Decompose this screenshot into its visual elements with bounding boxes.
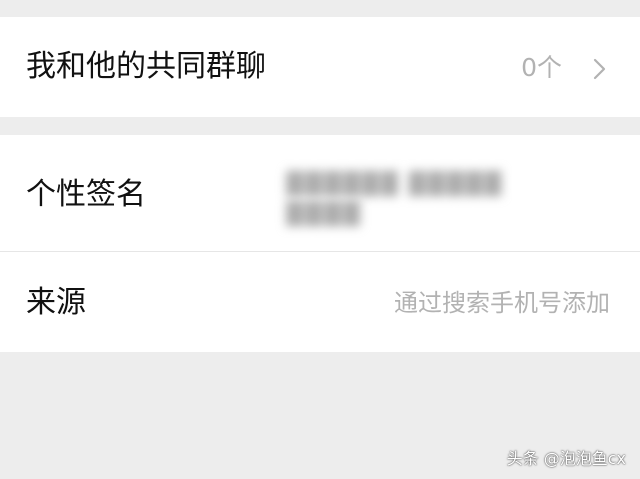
profile-info-section: 个性签名 ▓▓▓▓▓▓ ▓▓▓▓▓ ▓▓▓▓ 来源 通过搜索手机号添加: [0, 135, 640, 352]
signature-label: 个性签名: [26, 177, 146, 212]
common-groups-row[interactable]: 我和他的共同群聊 0个: [0, 17, 640, 117]
source-value: 通过搜索手机号添加: [394, 289, 610, 317]
chevron-right-icon: [593, 58, 606, 80]
signature-value-blurred: ▓▓▓▓▓▓ ▓▓▓▓▓ ▓▓▓▓: [286, 155, 606, 245]
common-groups-label: 我和他的共同群聊: [26, 49, 266, 84]
source-label: 来源: [26, 285, 86, 320]
common-groups-section: 我和他的共同群聊 0个: [0, 17, 640, 117]
signature-row: 个性签名 ▓▓▓▓▓▓ ▓▓▓▓▓ ▓▓▓▓: [0, 135, 640, 252]
source-row: 来源 通过搜索手机号添加: [0, 252, 640, 352]
common-groups-count: 0个: [521, 53, 562, 82]
signature-line-1: ▓▓▓▓▓▓ ▓▓▓▓▓: [286, 172, 504, 197]
signature-line-2: ▓▓▓▓: [286, 202, 362, 227]
watermark: 头条 @泡泡鱼cx: [506, 449, 626, 468]
